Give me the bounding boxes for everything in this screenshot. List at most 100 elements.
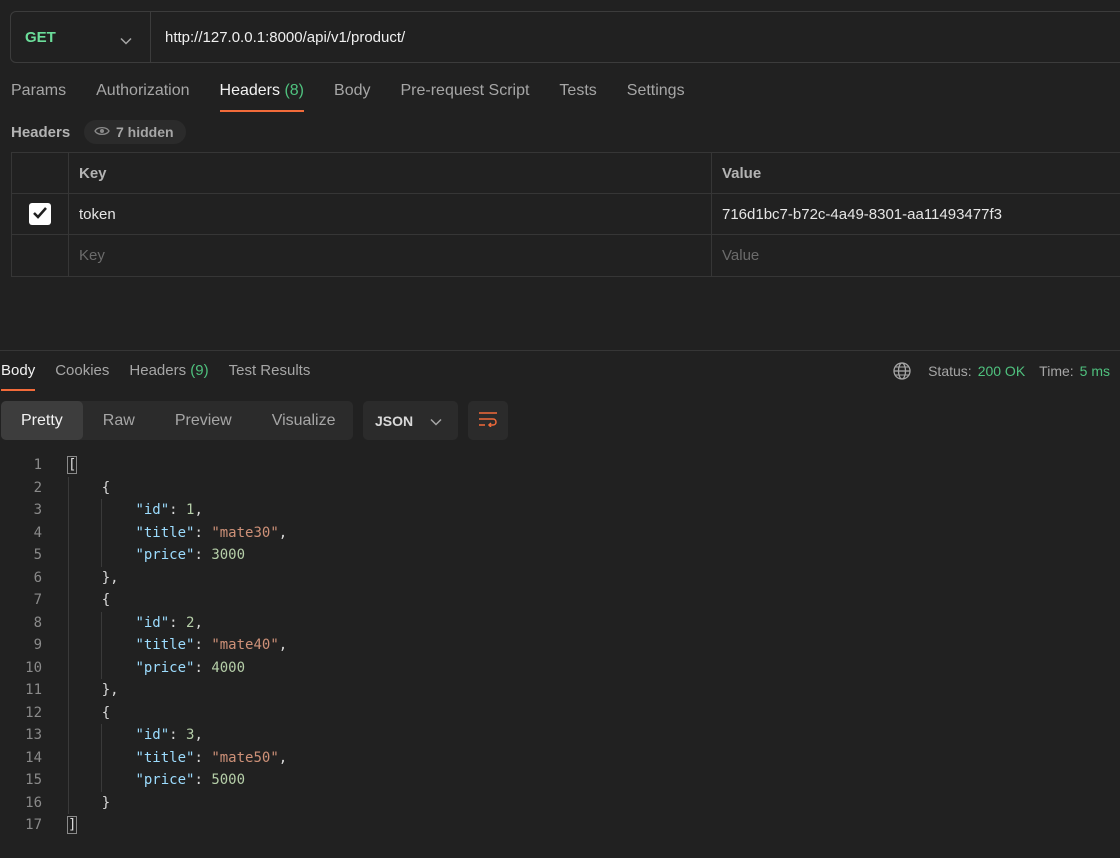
code-line: 14 "title": "mate50", [0,747,1120,770]
header-key-field[interactable]: token [69,194,712,234]
code-line: 11 }, [0,679,1120,702]
line-number: 11 [25,682,42,699]
indent-guide [101,611,102,679]
response-tabs: Body Cookies Headers (9) Test Results [1,360,330,391]
line-number: 9 [33,637,42,654]
code-text: { [68,704,111,721]
line-number: 17 [25,817,42,834]
code-line: 9 "title": "mate40", [0,634,1120,657]
time-label: Time: [1039,363,1074,379]
code-line: 10 "price": 4000 [0,657,1120,680]
code-line: 4 "title": "mate30", [0,522,1120,545]
line-number: 2 [33,479,42,496]
method-label: GET [25,28,56,46]
response-headers-count: (9) [190,362,209,379]
format-label: JSON [375,412,414,429]
tab-response-body[interactable]: Body [1,360,36,391]
method-dropdown[interactable]: GET [11,12,151,62]
code-text: [ [66,456,78,475]
code-line: 6 }, [0,567,1120,590]
code-text: "price": 4000 [135,659,246,676]
tab-body[interactable]: Body [334,80,370,112]
tab-response-cookies[interactable]: Cookies [55,360,109,391]
tab-tests[interactable]: Tests [559,80,596,112]
code-line: 1[ [0,454,1120,477]
indent-guide [68,476,69,814]
checkbox-column-header [12,153,69,193]
code-text: "id": 1, [135,502,203,519]
code-text: "id": 2, [135,614,203,631]
time-value[interactable]: 5 ms [1080,363,1110,379]
code-line: 15 "price": 5000 [0,769,1120,792]
header-value-field[interactable]: 716d1bc7-b72c-4a49-8301-aa11493477f3 [712,194,1120,234]
code-line: 8 "id": 2, [0,612,1120,635]
headers-count: (8) [284,82,305,99]
hidden-count-label: 7 hidden [116,124,174,140]
table-row: token 716d1bc7-b72c-4a49-8301-aa11493477… [12,194,1120,235]
key-column-header: Key [79,164,107,182]
line-number: 6 [33,569,42,586]
status-value[interactable]: 200 OK [978,363,1025,379]
status-label: Status: [928,363,972,379]
line-number: 16 [25,794,42,811]
pane-divider[interactable] [0,350,1120,351]
line-number: 15 [25,772,42,789]
table-row-empty: Key Value [12,235,1120,276]
code-line: 16 } [0,792,1120,815]
line-number: 7 [33,592,42,609]
tab-test-results[interactable]: Test Results [229,360,311,391]
line-number: 14 [25,749,42,766]
headers-table: Key Value token 716d1bc7-b72c-4a49-8301-… [11,152,1120,277]
view-raw-button[interactable]: Raw [83,401,155,440]
wrap-lines-button[interactable] [468,401,508,440]
value-column-header: Value [722,164,762,182]
line-number: 4 [33,524,42,541]
line-number: 5 [33,547,42,564]
view-preview-button[interactable]: Preview [155,401,252,440]
tab-settings[interactable]: Settings [627,80,685,112]
code-line: 13 "id": 3, [0,724,1120,747]
response-body-editor[interactable]: 1[2 {3 "id": 1, 4 "title": "mate30", 5 "pr… [0,454,1120,837]
eye-icon [94,124,110,140]
request-tabs: Params Authorization Headers (8) Body Pr… [11,80,715,112]
line-number: 10 [25,659,42,676]
hidden-headers-toggle[interactable]: 7 hidden [84,120,186,144]
code-text: "price": 5000 [135,772,246,789]
tab-pre-request-script[interactable]: Pre-request Script [400,80,529,112]
code-text: }, [68,682,119,699]
tab-params[interactable]: Params [11,80,66,112]
tab-response-headers[interactable]: Headers (9) [129,360,208,391]
response-status: Status: 200 OK Time: 5 ms [892,361,1110,381]
code-text: "price": 3000 [135,547,246,564]
code-line: 2 { [0,477,1120,500]
code-line: 3 "id": 1, [0,499,1120,522]
chevron-down-icon [120,32,132,45]
headers-section-title: Headers [11,124,71,141]
format-dropdown[interactable]: JSON [363,401,458,440]
headers-table-header: Key Value [12,153,1120,194]
view-pretty-button[interactable]: Pretty [1,401,83,440]
code-text: { [68,592,111,609]
code-text: "id": 3, [135,727,203,744]
code-text: }, [68,569,119,586]
code-line: 17] [0,814,1120,837]
indent-guide [101,724,102,792]
globe-icon[interactable] [892,361,912,381]
code-text: { [68,479,111,496]
view-visualize-button[interactable]: Visualize [252,401,356,440]
tab-authorization[interactable]: Authorization [96,80,189,112]
new-key-field[interactable]: Key [69,235,712,276]
code-text: ] [66,816,78,835]
request-url-bar: GET http://127.0.0.1:8000/api/v1/product… [10,11,1120,63]
code-line: 5 "price": 3000 [0,544,1120,567]
code-text: } [68,794,111,811]
line-number: 3 [33,502,42,519]
url-input[interactable]: http://127.0.0.1:8000/api/v1/product/ [151,29,405,46]
chevron-down-icon [430,413,442,429]
tab-headers[interactable]: Headers (8) [219,80,305,112]
new-value-field[interactable]: Value [712,235,1120,276]
code-line: 7 { [0,589,1120,612]
view-mode-group: Pretty Raw Preview Visualize [1,401,353,440]
line-number: 1 [33,457,42,474]
header-enabled-checkbox[interactable] [29,203,51,225]
